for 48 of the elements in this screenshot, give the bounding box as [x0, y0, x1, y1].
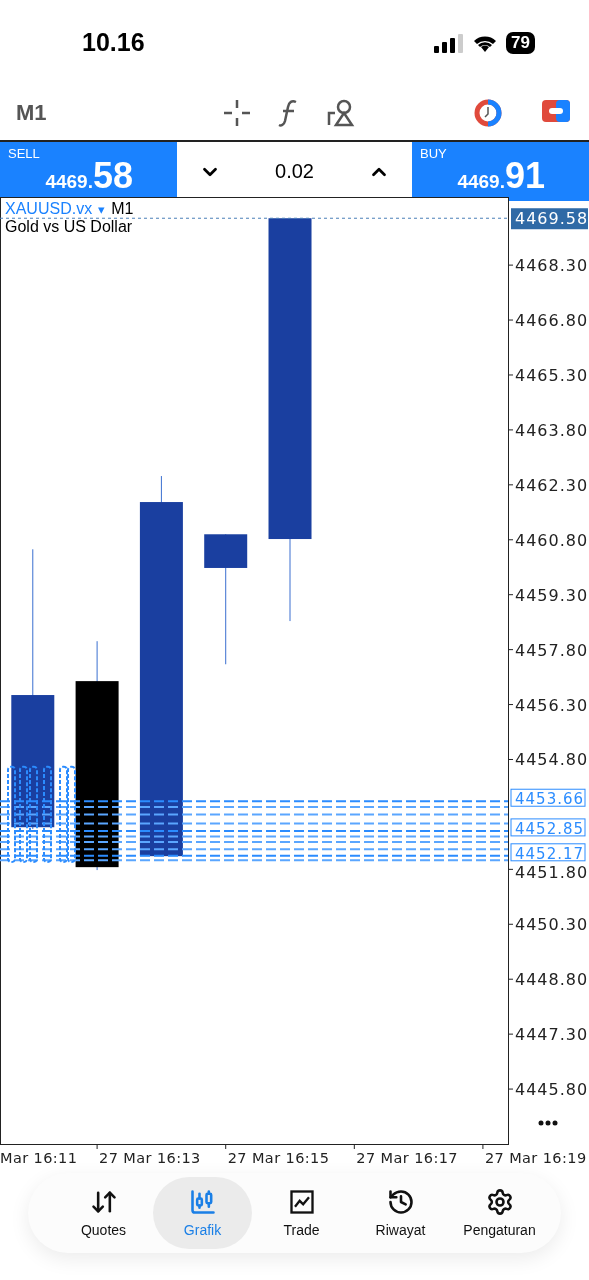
y-axis-label: 4463.80 [507, 420, 589, 440]
y-axis-label: 4451.80 [507, 863, 589, 883]
symbol-caret[interactable]: ▾ [98, 202, 106, 217]
y-axis-label: 4462.30 [507, 475, 589, 495]
y-axis-label: 4448.80 [507, 970, 589, 990]
x-axis-label: 27 Mar 16:15 [225, 1143, 330, 1166]
y-axis-label: 4450.30 [507, 915, 589, 935]
y-axis-label: 4468.30 [507, 256, 589, 276]
signal-icon [434, 32, 465, 53]
y-axis-label: 4460.80 [507, 530, 589, 550]
y-axis-label: 4447.30 [507, 1025, 589, 1045]
nav-tab[interactable]: Pengaturan [450, 1177, 549, 1249]
chart-timeframe: M1 [111, 200, 134, 218]
volume-value[interactable]: 0.02 [275, 160, 314, 183]
nav-tab[interactable]: Riwayat [351, 1177, 450, 1249]
trade-panel-icon[interactable] [541, 97, 571, 124]
current-price-label: 4469.58 [511, 208, 589, 230]
candlestick-icon [188, 1188, 217, 1216]
y-axis-label: 4465.30 [507, 365, 589, 385]
order-price-label: 4452.85 [510, 818, 586, 838]
nav-tab[interactable]: Trade [252, 1177, 351, 1249]
x-axis-label: 27 Mar 16:13 [96, 1143, 201, 1166]
y-axis-label: 4457.80 [507, 640, 589, 660]
y-axis-label: 4459.30 [507, 585, 589, 605]
battery-indicator: 79 [506, 31, 535, 54]
arrows-icon [89, 1188, 118, 1216]
buy-button[interactable]: BUY 4469.91 [412, 142, 589, 201]
x-axis-label: 27 Mar 16:17 [353, 1143, 458, 1166]
y-axis-label: 4454.80 [507, 750, 589, 770]
settings-icon [485, 1188, 514, 1216]
symbol-selector[interactable]: XAUUSD.vx [5, 200, 93, 218]
line-chart-icon [287, 1188, 316, 1216]
nav-tab[interactable]: Quotes [54, 1177, 153, 1249]
symbol-description: Gold vs US Dollar [5, 218, 134, 236]
shapes-icon[interactable] [326, 97, 356, 128]
x-axis-label: 27 Mar 16:19 [482, 1143, 587, 1166]
more-icon[interactable] [538, 1120, 558, 1126]
clock-icon[interactable] [473, 97, 503, 128]
y-axis-label: 4445.80 [507, 1080, 589, 1100]
status-time: 10.16 [82, 28, 145, 57]
y-axis-label: 4456.30 [507, 695, 589, 715]
y-axis-label: 4466.80 [507, 311, 589, 331]
crosshair-icon[interactable] [222, 97, 252, 128]
order-price-label: 4453.66 [510, 788, 586, 809]
timeframe-button[interactable]: M1 [16, 99, 47, 126]
order-price-label: 4452.17 [510, 843, 586, 863]
x-axis-label: Mar 16:11 [0, 1150, 78, 1166]
history-icon [386, 1188, 415, 1216]
